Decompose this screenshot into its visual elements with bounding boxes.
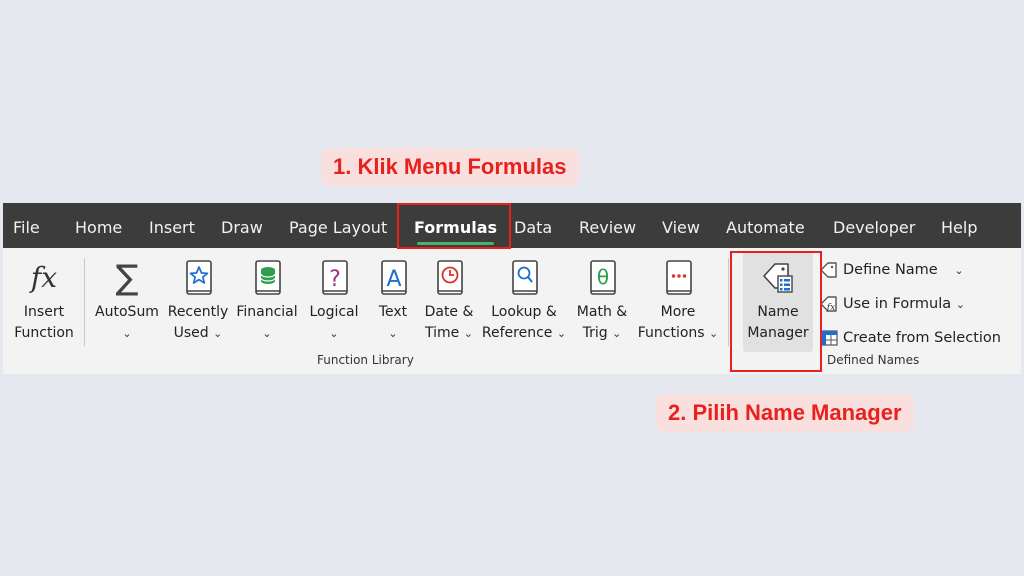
recently-used-label-2: Used ⌄	[166, 323, 230, 344]
separator	[84, 258, 85, 346]
autosum-button[interactable]: ∑ AutoSum ⌄	[93, 248, 161, 374]
chevron-down-icon: ⌄	[122, 327, 132, 340]
more-functions-label-1: More	[660, 304, 696, 320]
chevron-down-icon: ⌄	[955, 298, 965, 311]
tab-draw[interactable]: Draw	[221, 203, 263, 248]
define-name-label: Define Name	[843, 262, 938, 278]
chevron-down-icon: ⌄	[388, 327, 398, 340]
tab-file[interactable]: File	[13, 203, 40, 248]
recently-used-label-1: Recently	[167, 304, 229, 320]
recently-used-label-2-text: Used	[173, 325, 209, 341]
chevron-down-icon: ⌄	[463, 327, 473, 340]
math-trig-button[interactable]: θ Math & Trig ⌄	[571, 248, 633, 374]
create-from-selection-label: Create from Selection	[843, 330, 1001, 346]
date-time-label-2-text: Time	[425, 325, 460, 341]
tab-view[interactable]: View	[662, 203, 700, 248]
lookup-label-1: Lookup &	[491, 304, 557, 320]
insert-function-label-2: Function	[14, 325, 74, 341]
financial-button[interactable]: Financial ⌄	[235, 248, 299, 374]
star-book-icon	[186, 260, 212, 295]
math-trig-label-2-text: Trig	[582, 325, 608, 341]
question-book-icon: ?	[322, 260, 348, 295]
clock-book-icon	[437, 260, 463, 295]
ribbon-body: fx Insert Function ∑ AutoSum ⌄ Recently …	[3, 248, 1021, 374]
recently-used-button[interactable]: Recently Used ⌄	[166, 248, 230, 374]
logical-label: Logical	[309, 304, 359, 320]
tab-insert[interactable]: Insert	[149, 203, 195, 248]
tab-review[interactable]: Review	[579, 203, 636, 248]
defined-names-group-label: Defined Names	[827, 353, 920, 367]
magnifier-book-icon	[512, 260, 538, 295]
chevron-down-icon: ⌄	[213, 327, 223, 340]
financial-label: Financial	[236, 304, 298, 320]
svg-text:A: A	[386, 267, 401, 292]
selection-grid-icon	[820, 330, 838, 346]
callout-step-1: 1. Klik Menu Formulas	[321, 148, 579, 186]
svg-text:θ: θ	[597, 265, 609, 289]
chevron-down-icon: ⌄	[556, 327, 567, 340]
date-time-button[interactable]: Date & Time ⌄	[421, 248, 477, 374]
lookup-label-2: Reference ⌄	[481, 323, 567, 344]
chevron-down-icon: ⌄	[709, 327, 719, 340]
date-time-label-2: Time ⌄	[421, 323, 477, 344]
formulas-tab-highlight-box	[397, 203, 511, 249]
tab-automate[interactable]: Automate	[726, 203, 805, 248]
chevron-down-icon: ⌄	[954, 264, 964, 277]
function-library-group-label: Function Library	[317, 353, 414, 367]
text-label: Text	[378, 304, 408, 320]
ribbon-tab-bar: File Home Insert Draw Page Layout Formul…	[3, 203, 1021, 248]
more-functions-label-2: Functions ⌄	[636, 323, 720, 344]
tab-data[interactable]: Data	[514, 203, 552, 248]
more-functions-button[interactable]: More Functions ⌄	[636, 248, 720, 374]
use-in-formula-button[interactable]: fx Use in Formula ⌄	[819, 292, 965, 316]
excel-ribbon: File Home Insert Draw Page Layout Formul…	[3, 203, 1021, 374]
theta-book-icon: θ	[590, 260, 616, 295]
name-manager-highlight-box	[730, 251, 822, 372]
tab-help[interactable]: Help	[941, 203, 977, 248]
callout-step-2: 2. Pilih Name Manager	[656, 394, 914, 432]
lookup-reference-button[interactable]: Lookup & Reference ⌄	[481, 248, 567, 374]
use-in-formula-label: Use in Formula	[843, 296, 952, 312]
svg-text:fx: fx	[826, 303, 835, 313]
more-functions-label-2-text: Functions	[637, 325, 705, 341]
fx-icon: fx	[30, 261, 58, 294]
separator	[728, 258, 729, 346]
svg-text:?: ?	[329, 267, 341, 292]
define-name-button[interactable]: Define Name ⌄	[819, 258, 964, 282]
tab-page-layout[interactable]: Page Layout	[289, 203, 387, 248]
tab-home[interactable]: Home	[75, 203, 122, 248]
tab-developer[interactable]: Developer	[833, 203, 915, 248]
letter-a-book-icon: A	[381, 260, 407, 295]
tag-icon	[820, 262, 837, 278]
use-formula-icon: fx	[820, 296, 837, 313]
lookup-label-2-text: Reference	[481, 325, 553, 341]
autosum-label: AutoSum	[95, 304, 159, 320]
sigma-icon: ∑	[115, 258, 139, 298]
math-trig-label-2: Trig ⌄	[571, 323, 633, 344]
database-book-icon	[255, 260, 281, 295]
insert-function-button[interactable]: fx Insert Function	[11, 248, 77, 374]
more-dots-book-icon	[666, 260, 692, 295]
chevron-down-icon: ⌄	[612, 327, 622, 340]
chevron-down-icon: ⌄	[262, 327, 272, 340]
math-trig-label-1: Math &	[576, 304, 628, 320]
date-time-label-1: Date &	[424, 304, 474, 320]
chevron-down-icon: ⌄	[329, 327, 339, 340]
insert-function-label-1: Insert	[23, 304, 65, 320]
create-from-selection-button[interactable]: Create from Selection	[819, 326, 1001, 350]
